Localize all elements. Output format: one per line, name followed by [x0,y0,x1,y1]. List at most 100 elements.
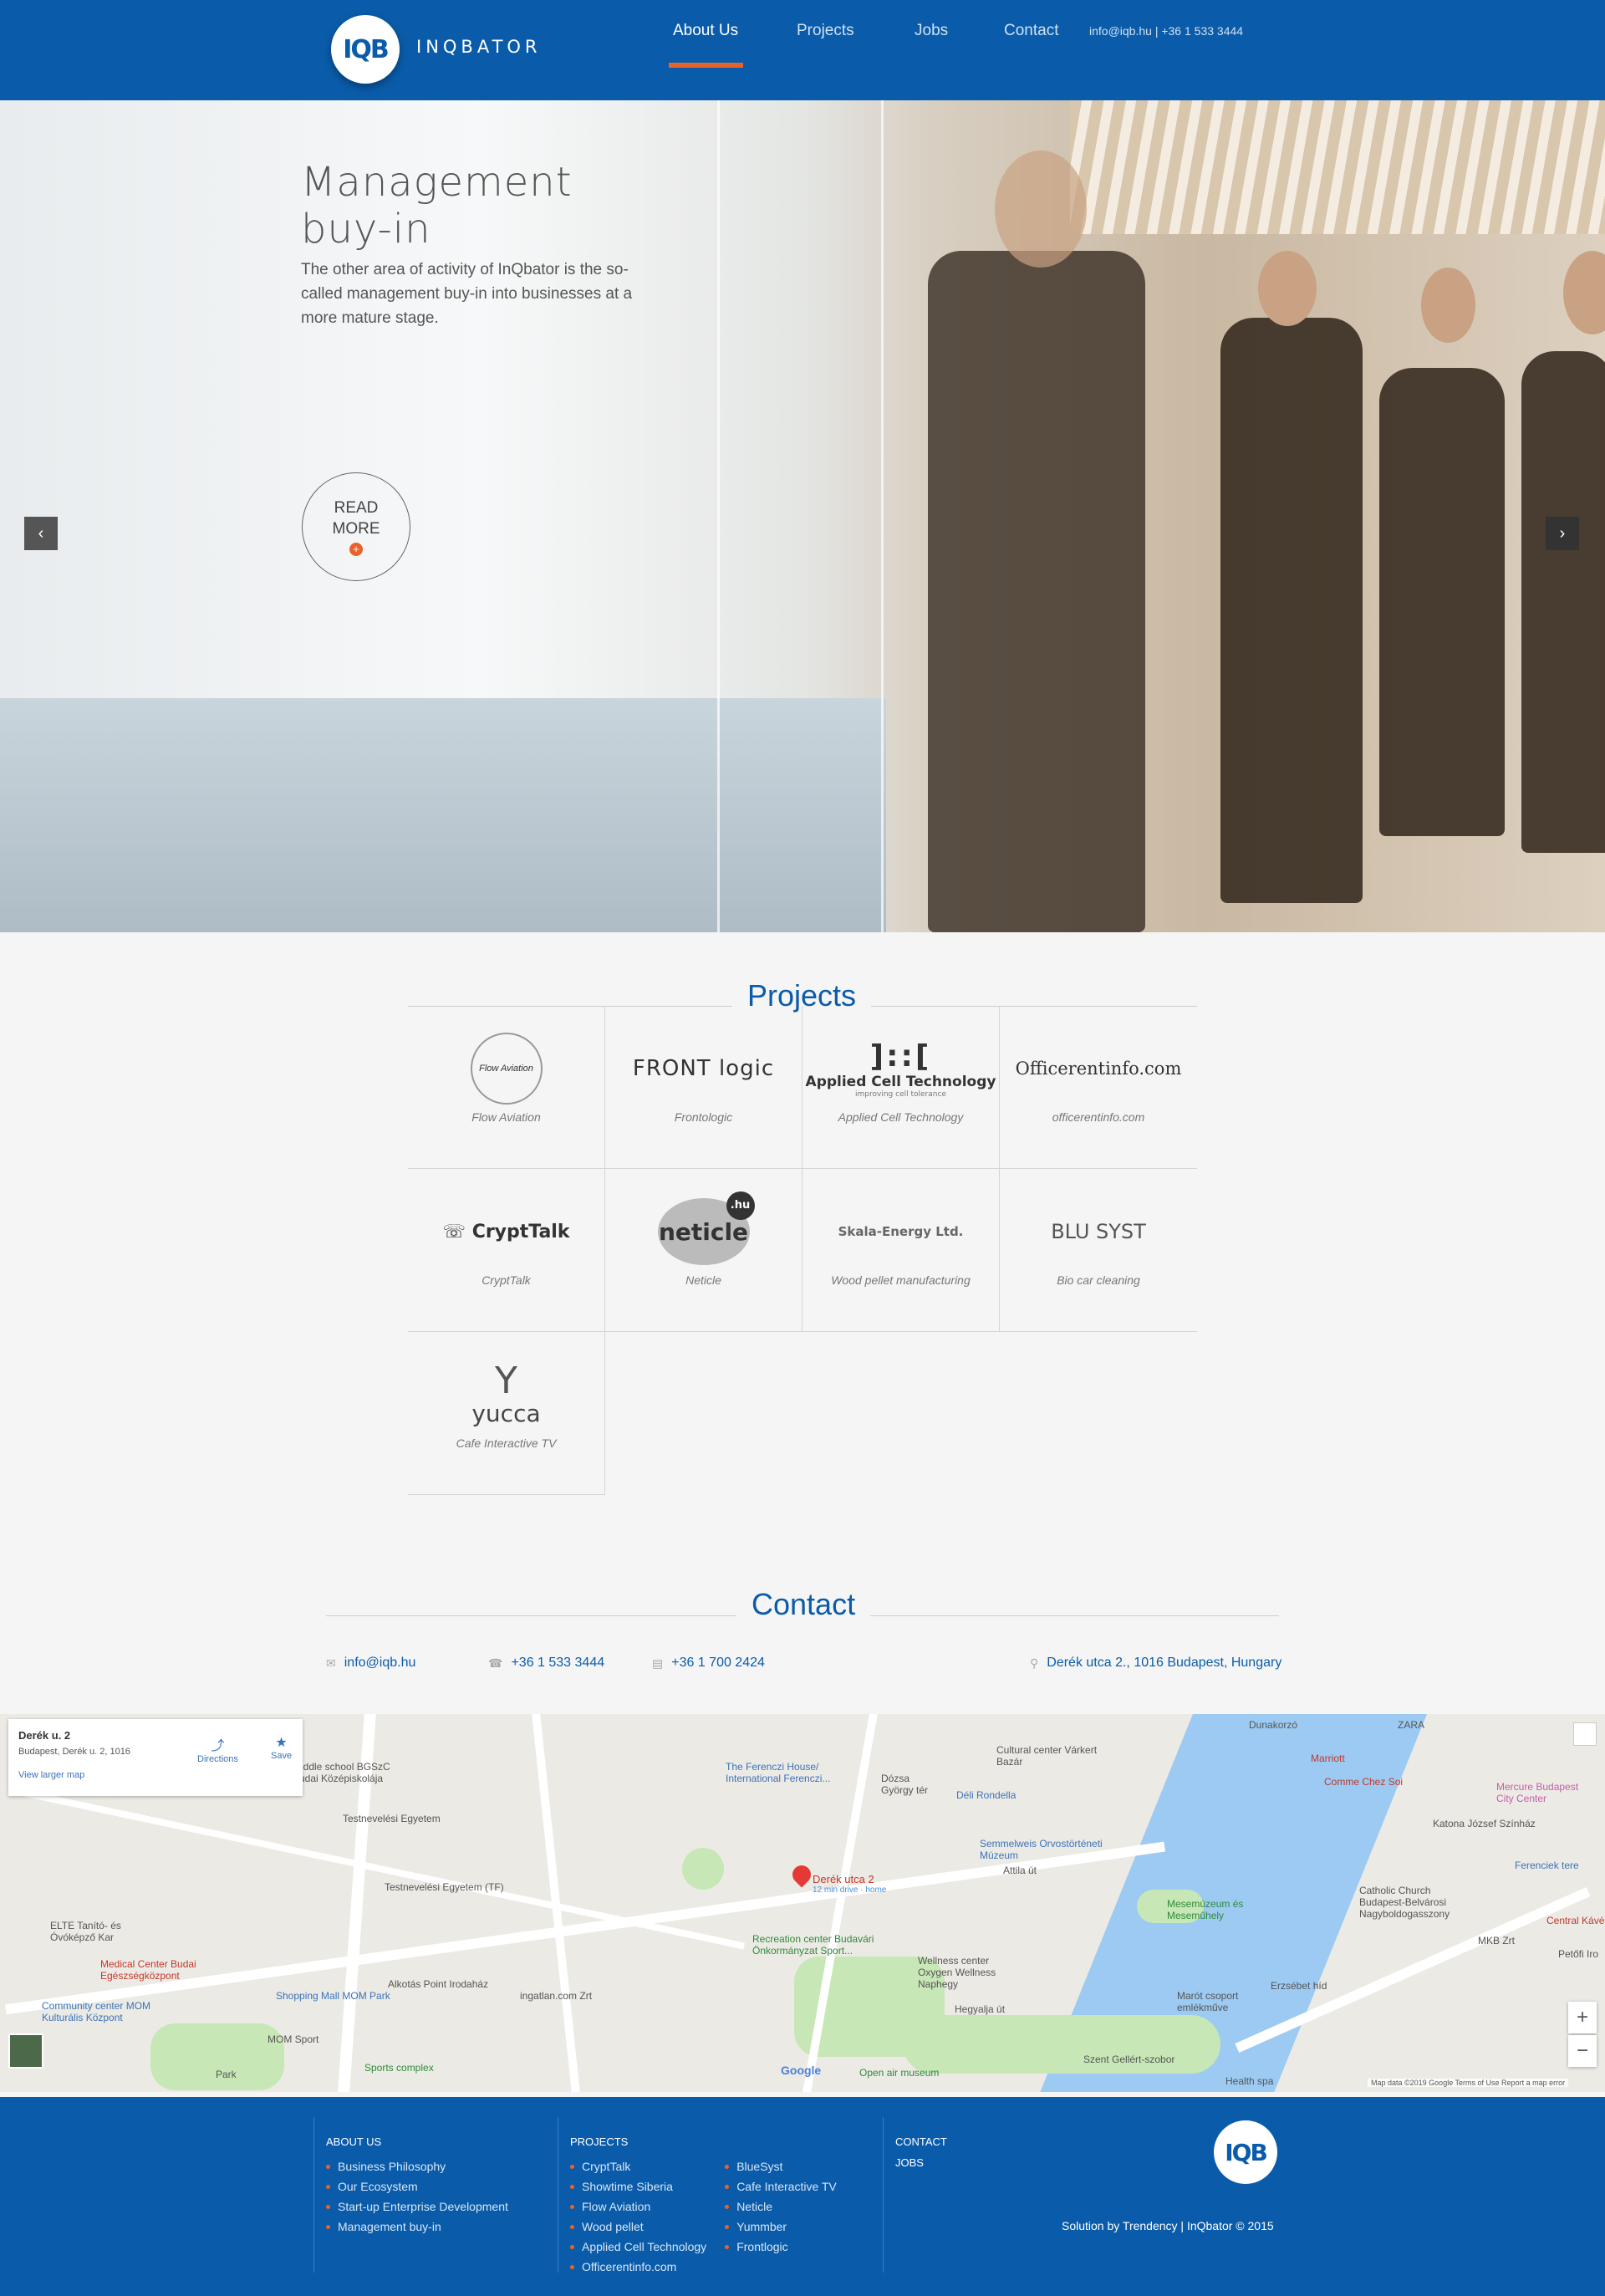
footer-link[interactable]: Frontlogic [725,2237,837,2257]
footer-projects-column: PROJECTS CryptTalk Showtime Siberia Flow… [558,2117,884,2273]
google-logo: Google [781,2064,822,2077]
footer-about-column: ABOUT US Business Philosophy Our Ecosyst… [313,2117,556,2273]
directions-button[interactable]: ⤴ Directions [197,1734,238,1764]
map-label: Testnevelési Egyetem [343,1813,441,1824]
applied-cell-technology-logo: ]::[Applied Cell Technology improving cel… [805,1038,996,1099]
map-label: Ferenciek tere [1515,1860,1579,1871]
footer-link[interactable]: Business Philosophy [326,2156,556,2176]
footer-link[interactable]: Our Ecosystem [326,2176,556,2197]
map-label: Shopping Mall MOM Park [276,1990,390,2002]
map-pin-icon[interactable] [788,1861,815,1888]
zoom-out-button[interactable]: − [1568,2035,1597,2067]
map-label: Attila út [1003,1865,1037,1876]
project-card[interactable]: neticle .hu Neticle [605,1169,802,1332]
phone-icon: ☎ [488,1656,503,1670]
hero-image-person [928,251,1145,932]
slider-prev-button[interactable]: ‹ [24,517,58,550]
map-label: Petőfi Iro [1558,1948,1599,1960]
nav-jobs[interactable]: Jobs [915,22,948,40]
save-button[interactable]: ★ Save [271,1734,292,1761]
skala-energy-logo: Skala-Energy Ltd. [838,1224,964,1239]
project-label: Cafe Interactive TV [456,1436,557,1450]
footer-about-heading[interactable]: ABOUT US [326,2135,556,2148]
footer-link[interactable]: Start-up Enterprise Development [326,2197,556,2217]
map-label: Marót csoport emlékműve [1177,1990,1239,2013]
map-attribution: Map data ©2019 Google Terms of Use Repor… [1368,2079,1569,2087]
map-park [682,1848,724,1890]
nav-projects[interactable]: Projects [797,22,854,40]
map-label: Community center MOM Kulturális Központ [42,2000,151,2023]
map-label: Open air museum [859,2067,940,2079]
footer-link[interactable]: Wood pellet [570,2217,706,2237]
footer-link[interactable]: Management buy-in [326,2217,556,2237]
officerentinfo-logo: Officerentinfo.com [1015,1059,1182,1079]
footer-iqb-logo[interactable]: IQB [1214,2120,1277,2184]
footer-link[interactable]: Yummber [725,2217,837,2237]
project-card[interactable]: Yyucca Cafe Interactive TV [408,1332,605,1495]
map-label: Déli Rondella [956,1789,1016,1801]
project-label: Frontologic [674,1110,733,1124]
fullscreen-button[interactable] [1573,1722,1597,1746]
nav-contact[interactable]: Contact [1004,22,1058,40]
project-card[interactable]: Skala-Energy Ltd. Wood pellet manufactur… [802,1169,1000,1332]
map-label: Comme Chez Soi [1324,1776,1404,1788]
map-park [150,2023,284,2090]
project-card[interactable]: BLU SYST Bio car cleaning [1000,1169,1197,1332]
footer-contact-heading[interactable]: CONTACT [895,2135,1033,2148]
map-label: Middle school BGSzC Budai Középiskolája [293,1761,390,1784]
footer-link[interactable]: BlueSyst [725,2156,837,2176]
hero-image-glass [881,100,884,932]
zoom-in-button[interactable]: + [1568,2002,1597,2033]
flow-aviation-logo: Flow Aviation [408,1023,604,1115]
map-label: MKB Zrt [1478,1935,1515,1946]
footer-projects-heading[interactable]: PROJECTS [570,2135,884,2148]
footer-link[interactable]: CryptTalk [570,2156,706,2176]
chevron-right-icon: › [1559,523,1566,543]
star-icon: ★ [275,1736,288,1750]
google-map[interactable]: Middle school BGSzC Budai Középiskolája … [0,1714,1605,2092]
footer-link[interactable]: Flow Aviation [570,2197,706,2217]
footer-jobs-heading[interactable]: JOBS [895,2156,1033,2169]
hero-image-glass [717,100,720,932]
contact-phone[interactable]: ☎ +36 1 533 3444 [488,1656,604,1671]
hero-description: The other area of activity of InQbator i… [301,261,633,327]
project-card[interactable]: ]::[Applied Cell Technology improving cel… [802,1006,1000,1169]
hero-image-person [1421,268,1475,343]
footer-link[interactable]: Neticle [725,2197,837,2217]
header-contact-info[interactable]: info@iqb.hu | +36 1 533 3444 [1089,24,1243,38]
read-more-button[interactable]: READ MORE + [302,472,410,581]
project-label: Flow Aviation [471,1110,541,1124]
nav-about-us[interactable]: About Us [673,22,738,40]
contact-address: ⚲ Derék utca 2., 1016 Budapest, Hungary [1030,1656,1282,1670]
map-label: Dunakorzó [1249,1719,1298,1731]
contact-fax: ▤ +36 1 700 2424 [652,1656,765,1670]
footer-link[interactable]: Applied Cell Technology [570,2237,706,2257]
slider-next-button[interactable]: › [1546,517,1579,550]
project-card[interactable]: Officerentinfo.com officerentinfo.com [1000,1006,1197,1169]
neticle-logo: neticle .hu [605,1186,802,1278]
project-card[interactable]: Flow Aviation Flow Aviation [408,1006,605,1169]
iqb-logo[interactable]: IQB [331,15,400,84]
project-card[interactable]: ☏ CryptTalk CryptTalk [408,1169,605,1332]
location-icon: ⚲ [1030,1656,1039,1670]
crypttalk-logo: ☏ CryptTalk [442,1221,570,1242]
map-card-title: Derék u. 2 [18,1729,71,1742]
satellite-toggle[interactable] [8,2033,43,2069]
project-label: Bio car cleaning [1057,1273,1140,1287]
contact-email[interactable]: ✉ info@iqb.hu [326,1656,415,1671]
map-info-card: Derék u. 2 Budapest, Derék u. 2, 1016 Vi… [8,1719,303,1796]
project-label: Wood pellet manufacturing [831,1273,971,1287]
footer-link[interactable]: Officerentinfo.com [570,2257,706,2277]
footer-contact-column: CONTACT JOBS [883,2117,1033,2273]
nav-active-indicator [669,63,743,68]
project-card[interactable]: FRONT logic Frontologic [605,1006,802,1169]
project-label: CryptTalk [482,1273,531,1287]
view-larger-map-link[interactable]: View larger map [18,1770,293,1780]
footer-link[interactable]: Cafe Interactive TV [725,2176,837,2197]
hero-image-person [1220,318,1363,903]
fax-icon: ▤ [652,1656,664,1670]
footer-link[interactable]: Showtime Siberia [570,2176,706,2197]
brand-name[interactable]: INQBATOR [416,37,542,57]
hero-image-ceiling [1070,100,1605,234]
hero-image-person [995,151,1087,268]
